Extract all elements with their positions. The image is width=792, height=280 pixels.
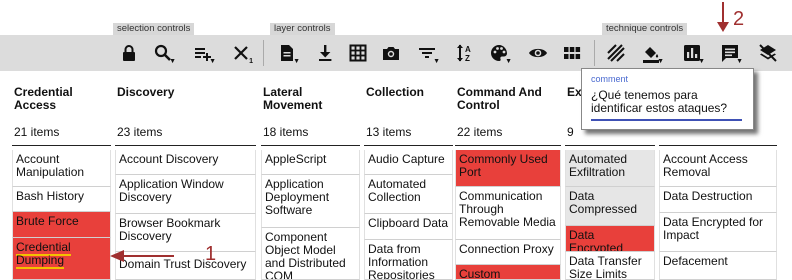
technique-cell[interactable]: Defacement <box>659 252 777 280</box>
technique-cell[interactable]: Clipboard Data <box>364 214 453 240</box>
technique-controls-label: technique controls <box>602 23 688 35</box>
technique-cell[interactable]: AppleScript <box>261 150 360 175</box>
clear-selection-icon[interactable]: 1 <box>228 38 254 68</box>
separator <box>263 40 264 66</box>
svg-text:A: A <box>465 45 471 54</box>
technique-cell-selected[interactable]: Data Encrypted <box>565 226 655 252</box>
selection-count: 1 <box>249 58 253 65</box>
annotation-arrow-left <box>110 250 174 262</box>
technique-cell[interactable]: Component Object Model and Distributed C… <box>261 228 360 280</box>
technique-cell[interactable]: Account Access Removal <box>659 150 777 187</box>
search-icon[interactable]: ▼ <box>150 38 176 68</box>
technique-cell[interactable]: Bash History <box>12 187 111 212</box>
comment-input[interactable]: ¿Qué tenemos para identificar estos ataq… <box>591 89 741 115</box>
technique-cell[interactable]: Data Destruction <box>659 187 777 213</box>
annotation-number-two: 2 <box>733 8 745 30</box>
disable-techniques-icon[interactable] <box>603 38 629 68</box>
column-divider <box>455 145 561 146</box>
scoring-chart-icon[interactable]: ▼ <box>679 38 705 68</box>
annotation-arrow-down <box>717 2 729 32</box>
comment-label: comment <box>591 74 629 84</box>
color-palette-icon[interactable]: ▼ <box>486 38 512 68</box>
technique-cell[interactable]: Data Compressed <box>565 187 655 226</box>
sort-alpha-icon[interactable]: AZ <box>452 38 478 68</box>
technique-count: 21 items <box>14 125 60 139</box>
technique-cell[interactable]: Account Discovery <box>115 150 256 175</box>
filter-icon[interactable]: ▼ <box>414 38 440 68</box>
camera-icon[interactable] <box>378 38 404 68</box>
technique-count: 23 items <box>117 125 163 139</box>
technique-count: 13 items <box>366 125 412 139</box>
technique-count: 9 <box>567 125 574 139</box>
comment-input-underline <box>591 119 742 121</box>
technique-cell[interactable]: Application Deployment Software <box>261 175 360 228</box>
tactic-header-discovery[interactable]: Discovery <box>117 86 247 99</box>
technique-cell[interactable]: Automated Collection <box>364 175 453 214</box>
technique-cell-selected[interactable]: Brute Force <box>12 212 111 238</box>
technique-cell[interactable]: Audio Capture <box>364 150 453 175</box>
column-divider <box>115 145 256 146</box>
tactic-header-collection[interactable]: Collection <box>366 86 446 99</box>
column-divider <box>364 145 453 146</box>
view-module-icon[interactable] <box>559 38 585 68</box>
technique-cell[interactable]: Browser Bookmark Discovery <box>115 214 256 252</box>
technique-cell-selected[interactable]: Custom Command <box>455 265 561 280</box>
technique-cell[interactable]: Application Window Discovery <box>115 175 256 214</box>
technique-cell[interactable]: Communication Through Removable Media <box>455 187 561 240</box>
technique-label: Credential Dumping <box>16 240 71 269</box>
tactic-header-lateral-movement[interactable]: Lateral Movement <box>263 86 353 112</box>
comment-popup: comment ¿Qué tenemos para identificar es… <box>581 68 754 130</box>
column-divider <box>659 145 777 146</box>
playlist-add-icon[interactable]: ▼ <box>190 38 216 68</box>
technique-cell[interactable]: Account Manipulation <box>12 150 111 187</box>
technique-cell[interactable]: Data Transfer Size Limits <box>565 252 655 280</box>
technique-cell-selected[interactable]: Credential Dumping <box>12 238 111 280</box>
technique-count: 22 items <box>457 125 503 139</box>
technique-count: 18 items <box>263 125 309 139</box>
technique-cell[interactable]: Data from Information Repositories <box>364 240 453 280</box>
download-icon[interactable] <box>312 38 338 68</box>
lock-icon[interactable] <box>116 38 142 68</box>
clear-annotations-icon[interactable] <box>755 38 781 68</box>
layer-controls-label: layer controls <box>270 23 335 35</box>
svg-text:Z: Z <box>465 54 470 63</box>
fill-color-icon[interactable]: ▼ <box>638 38 664 68</box>
technique-cell[interactable]: Automated Exfiltration <box>565 150 655 187</box>
tactic-header-command-and-control[interactable]: Command And Control <box>457 86 557 112</box>
selection-controls-label: selection controls <box>113 23 195 35</box>
visibility-icon[interactable] <box>525 38 551 68</box>
column-divider <box>565 145 655 146</box>
separator <box>594 40 595 66</box>
layer-info-icon[interactable]: ▼ <box>274 38 300 68</box>
grid-icon[interactable] <box>345 38 371 68</box>
annotation-number-one: 1 <box>205 243 217 265</box>
comment-icon[interactable]: ▼ <box>717 38 743 68</box>
technique-cell[interactable]: Connection Proxy <box>455 240 561 265</box>
column-divider <box>261 145 360 146</box>
tactic-header-credential-access[interactable]: Credential Access <box>14 86 104 112</box>
technique-cell[interactable]: Data Encrypted for Impact <box>659 213 777 252</box>
column-divider <box>12 145 111 146</box>
technique-cell-selected[interactable]: Commonly Used Port <box>455 150 561 187</box>
